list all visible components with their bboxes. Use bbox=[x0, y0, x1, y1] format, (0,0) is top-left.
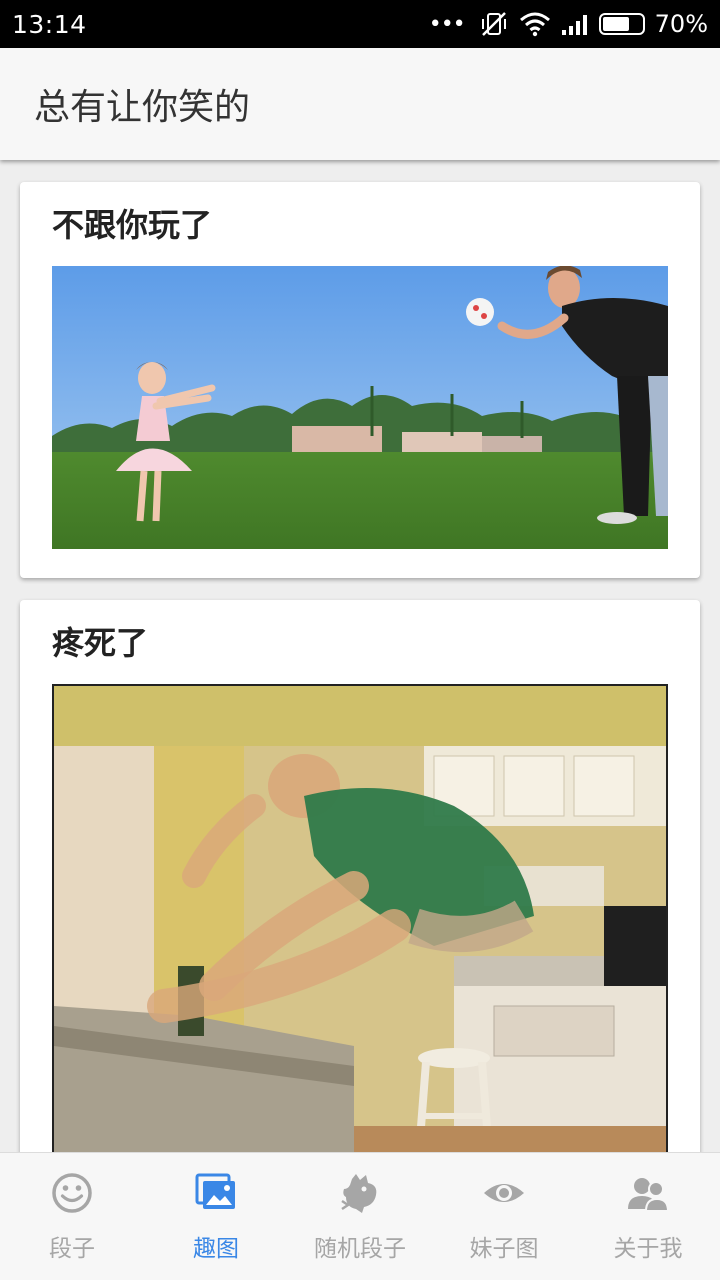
picture-gallery-icon bbox=[195, 1173, 235, 1209]
more-notifications-icon: ••• bbox=[428, 11, 466, 37]
nav-label: 段子 bbox=[49, 1236, 95, 1262]
bottom-navigation: 段子 趣图 随机段子 妹子图 关于我 bbox=[0, 1152, 720, 1280]
kitchen-fall-photo bbox=[54, 686, 666, 1152]
status-icons: ••• 70% bbox=[429, 10, 708, 38]
battery-percent: 70% bbox=[654, 10, 708, 38]
app-bar: 总有让你笑的 bbox=[0, 48, 720, 160]
nav-item-about-me[interactable]: 关于我 bbox=[576, 1153, 720, 1280]
status-bar: 13:14 ••• 70% bbox=[0, 0, 720, 48]
nav-label: 随机段子 bbox=[314, 1236, 406, 1262]
card-image-kitchen-fall[interactable] bbox=[52, 684, 668, 1152]
card-title: 疼死了 bbox=[52, 624, 149, 662]
girl-playing-ball-photo bbox=[52, 266, 668, 549]
eye-icon bbox=[484, 1184, 524, 1202]
feed-card[interactable]: 疼死了 bbox=[20, 600, 700, 1152]
nav-label: 趣图 bbox=[193, 1236, 239, 1262]
nav-item-funny-pics[interactable]: 趣图 bbox=[144, 1153, 288, 1280]
feed-card[interactable]: 不跟你玩了 bbox=[20, 182, 700, 578]
feed-list[interactable]: 不跟你玩了 疼死了 bbox=[0, 160, 720, 1152]
app-screen: 13:14 ••• 70% 总有让你笑的 不跟你玩了 疼死了 段子 趣图 随机段… bbox=[0, 0, 720, 1280]
people-icon bbox=[628, 1178, 670, 1212]
vibrate-off-icon bbox=[481, 12, 506, 36]
page-title: 总有让你笑的 bbox=[34, 87, 251, 128]
nav-item-girls-pics[interactable]: 妹子图 bbox=[432, 1153, 576, 1280]
status-time: 13:14 bbox=[12, 9, 87, 39]
battery-level-fill bbox=[602, 17, 630, 31]
nav-item-random-jokes[interactable]: 随机段子 bbox=[288, 1153, 432, 1280]
battery-icon bbox=[598, 13, 645, 35]
dragon-icon bbox=[341, 1174, 377, 1213]
nav-label: 妹子图 bbox=[469, 1236, 539, 1262]
wifi-icon bbox=[519, 12, 550, 37]
nav-label: 关于我 bbox=[613, 1236, 683, 1262]
nav-item-jokes[interactable]: 段子 bbox=[0, 1153, 144, 1280]
card-image-girl-ball[interactable] bbox=[52, 266, 668, 549]
cellular-signal-icon bbox=[561, 15, 587, 35]
smiley-face-icon bbox=[52, 1173, 92, 1213]
card-title: 不跟你玩了 bbox=[52, 206, 213, 244]
